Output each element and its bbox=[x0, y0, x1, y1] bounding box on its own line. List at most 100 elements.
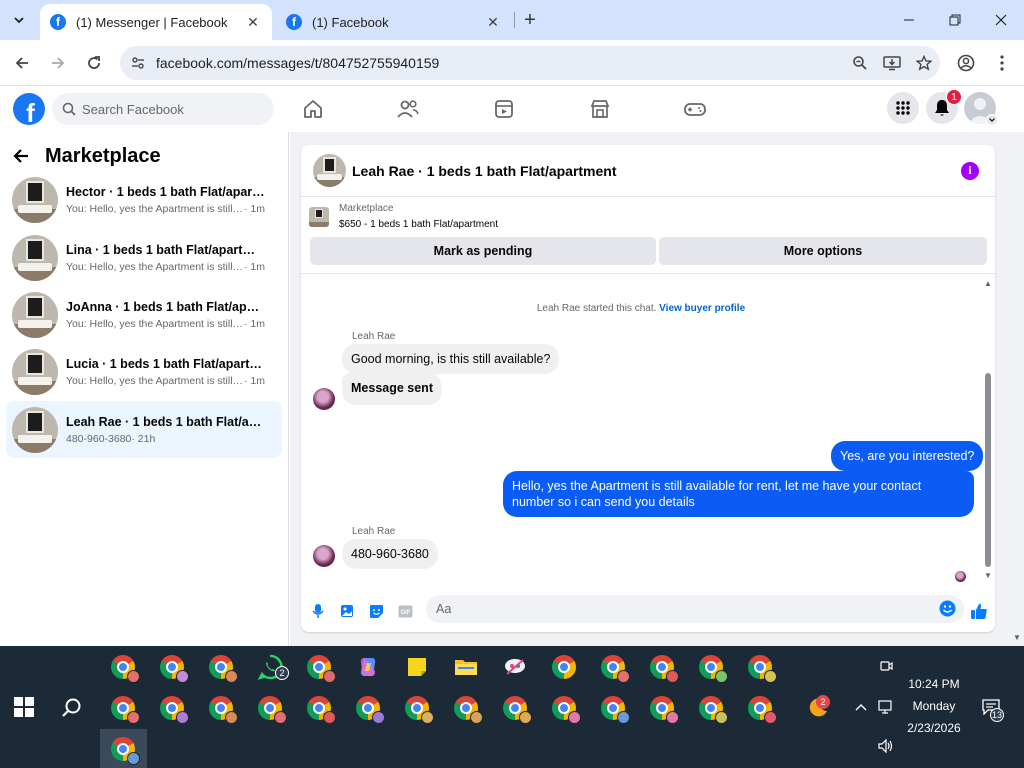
network-icon[interactable] bbox=[876, 697, 896, 717]
nav-marketplace[interactable] bbox=[586, 95, 614, 123]
chrome-profile-app-icon[interactable] bbox=[448, 690, 484, 726]
chrome-profile-app-icon[interactable] bbox=[742, 690, 778, 726]
taskbar-search-icon[interactable] bbox=[58, 694, 86, 722]
chrome-profile-app-icon[interactable] bbox=[497, 690, 533, 726]
mark-as-pending-button[interactable]: Mark as pending bbox=[310, 237, 656, 265]
file-explorer-icon[interactable] bbox=[448, 649, 484, 685]
nav-home[interactable] bbox=[299, 95, 327, 123]
chrome-profile-app-icon[interactable] bbox=[203, 690, 239, 726]
clock-day[interactable]: Monday bbox=[900, 699, 968, 713]
gif-icon[interactable]: GIF bbox=[395, 601, 415, 621]
listing-summary[interactable]: Marketplace $650 - 1 beds 1 bath Flat/ap… bbox=[309, 203, 498, 230]
chrome-profile-app-icon[interactable] bbox=[154, 690, 190, 726]
close-tab-icon[interactable]: ✕ bbox=[484, 13, 502, 31]
clock-date[interactable]: 2/23/2026 bbox=[900, 721, 968, 735]
chrome-profile-app-icon[interactable] bbox=[154, 649, 190, 685]
zoom-icon[interactable] bbox=[844, 49, 876, 77]
facebook-logo-icon[interactable]: f bbox=[13, 93, 45, 125]
message-bubble-outgoing[interactable]: Hello, yes the Apartment is still availa… bbox=[503, 471, 974, 517]
conversation-time: · 1m bbox=[244, 203, 265, 215]
menu-button[interactable] bbox=[887, 92, 919, 124]
chrome-app-icon[interactable] bbox=[546, 649, 582, 685]
page-scroll-down-arrow-icon[interactable]: ▼ bbox=[1012, 632, 1022, 642]
clock-time[interactable]: 10:24 PM bbox=[900, 677, 968, 691]
meet-now-icon[interactable] bbox=[876, 656, 896, 676]
conversation-item-active[interactable]: Leah Rae · 1 beds 1 bath Flat/apart... 4… bbox=[6, 401, 282, 458]
chrome-profile-app-icon[interactable] bbox=[546, 690, 582, 726]
profile-icon bbox=[957, 54, 975, 72]
copilot-icon[interactable] bbox=[350, 649, 386, 685]
scroll-down-arrow-icon[interactable]: ▼ bbox=[983, 571, 993, 580]
facebook-header: f Search Facebook bbox=[0, 87, 1024, 132]
more-options-button[interactable]: More options bbox=[659, 237, 987, 265]
chrome-profile-app-icon[interactable] bbox=[203, 649, 239, 685]
message-bubble-incoming[interactable]: Message sent bbox=[342, 373, 442, 405]
account-chevron-icon[interactable] bbox=[986, 114, 998, 126]
chrome-profile-app-icon[interactable] bbox=[644, 649, 680, 685]
snipping-tool-icon[interactable] bbox=[497, 649, 533, 685]
nav-friends[interactable] bbox=[394, 95, 422, 123]
photo-icon[interactable] bbox=[337, 601, 357, 621]
close-tab-icon[interactable]: ✕ bbox=[244, 13, 262, 31]
chrome-profile-app-icon[interactable] bbox=[742, 649, 778, 685]
scroll-up-arrow-icon[interactable]: ▲ bbox=[983, 279, 993, 288]
browser-menu-button[interactable] bbox=[988, 49, 1016, 77]
message-bubble-outgoing[interactable]: Yes, are you interested? bbox=[831, 441, 984, 471]
chat-title[interactable]: Leah Rae · 1 beds 1 bath Flat/apartment bbox=[352, 163, 961, 179]
install-app-icon[interactable] bbox=[876, 49, 908, 77]
chrome-profile-app-icon[interactable] bbox=[644, 690, 680, 726]
profile-button[interactable] bbox=[952, 49, 980, 77]
tab-search-dropdown[interactable] bbox=[6, 8, 32, 32]
emoji-icon[interactable] bbox=[939, 600, 956, 620]
tab-facebook[interactable]: f (1) Facebook ✕ bbox=[276, 4, 512, 40]
windows-start-icon[interactable] bbox=[14, 697, 34, 717]
info-icon[interactable]: i bbox=[961, 161, 979, 180]
listing-thumbnail bbox=[12, 406, 58, 453]
chrome-profile-app-icon[interactable] bbox=[595, 690, 631, 726]
chrome-profile-app-icon[interactable] bbox=[105, 690, 141, 726]
chrome-profile-app-icon[interactable] bbox=[595, 649, 631, 685]
chrome-profile-app-icon[interactable] bbox=[693, 690, 729, 726]
view-buyer-profile-link[interactable]: View buyer profile bbox=[659, 303, 745, 314]
tab-messenger[interactable]: f (1) Messenger | Facebook ✕ bbox=[40, 4, 272, 40]
chrome-profile-app-icon[interactable] bbox=[301, 690, 337, 726]
chrome-profile-app-icon[interactable] bbox=[105, 649, 141, 685]
message-bubble-incoming[interactable]: Good morning, is this still available? bbox=[342, 344, 560, 374]
conversation-item[interactable]: Lucia · 1 beds 1 bath Flat/apartment You… bbox=[6, 344, 282, 400]
nav-video[interactable] bbox=[490, 95, 518, 123]
nav-gaming[interactable] bbox=[681, 95, 709, 123]
chat-listing-thumbnail[interactable] bbox=[313, 154, 346, 187]
sticker-icon[interactable] bbox=[366, 601, 386, 621]
chat-scrollbar-thumb[interactable] bbox=[985, 373, 991, 567]
chrome-profile-app-icon[interactable] bbox=[301, 649, 337, 685]
conversation-item[interactable]: Hector · 1 beds 1 bath Flat/apartm... Yo… bbox=[6, 172, 282, 228]
message-bubble-incoming[interactable]: 480-960-3680 bbox=[342, 539, 438, 569]
forward-button[interactable] bbox=[44, 49, 72, 77]
chrome-profile-app-icon[interactable] bbox=[350, 690, 386, 726]
thumbs-up-icon[interactable] bbox=[969, 601, 989, 621]
sender-avatar[interactable] bbox=[313, 388, 335, 410]
address-bar[interactable]: facebook.com/messages/t/804752755940159 bbox=[120, 46, 940, 80]
facebook-search-input[interactable]: Search Facebook bbox=[52, 93, 274, 125]
sender-avatar[interactable] bbox=[313, 545, 335, 567]
message-input[interactable]: Aa bbox=[426, 595, 964, 623]
site-info-icon[interactable] bbox=[120, 55, 156, 71]
back-button[interactable] bbox=[8, 49, 36, 77]
new-tab-button[interactable]: + bbox=[518, 8, 542, 32]
chrome-profile-app-icon[interactable] bbox=[252, 690, 288, 726]
minimize-button[interactable] bbox=[886, 0, 932, 40]
chrome-active-window-icon[interactable] bbox=[105, 731, 141, 767]
bookmark-star-icon[interactable] bbox=[908, 49, 940, 77]
conversation-item[interactable]: Lina · 1 beds 1 bath Flat/apartment You:… bbox=[6, 230, 282, 286]
volume-icon[interactable] bbox=[876, 736, 896, 756]
show-hidden-icons-chevron-up-icon[interactable] bbox=[851, 697, 871, 717]
back-arrow-icon[interactable] bbox=[12, 147, 38, 165]
chrome-profile-app-icon[interactable] bbox=[399, 690, 435, 726]
conversation-item[interactable]: JoAnna · 1 beds 1 bath Flat/apartm... Yo… bbox=[6, 287, 282, 343]
sticky-notes-icon[interactable] bbox=[399, 649, 435, 685]
restore-button[interactable] bbox=[932, 0, 978, 40]
close-window-button[interactable] bbox=[978, 0, 1024, 40]
microphone-icon[interactable] bbox=[308, 601, 328, 621]
reload-button[interactable] bbox=[80, 49, 108, 77]
chrome-profile-app-icon[interactable] bbox=[693, 649, 729, 685]
